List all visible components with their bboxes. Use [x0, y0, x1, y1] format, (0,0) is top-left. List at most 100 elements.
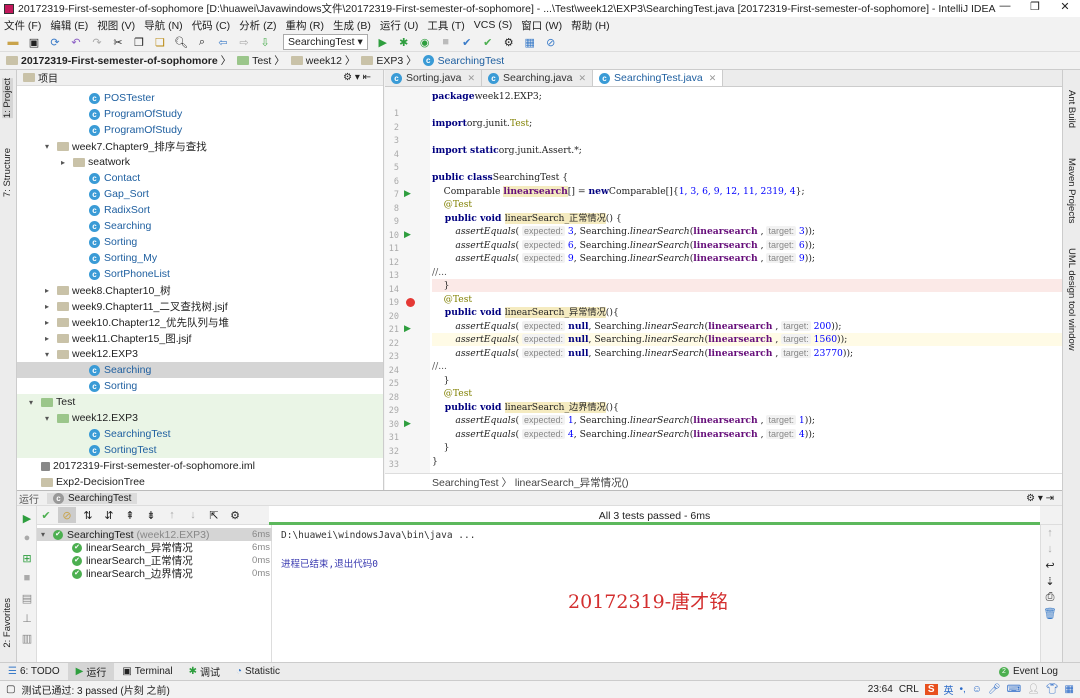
tree-item[interactable]: c Sorting: [17, 378, 383, 394]
vcs-commit-icon[interactable]: ✔: [479, 34, 497, 50]
skin-icon[interactable]: 👕︎: [1046, 684, 1059, 695]
tree-item[interactable]: ▸ week8.Chapter10_树: [17, 282, 383, 298]
code-line[interactable]: @Test: [432, 198, 1062, 211]
cut-icon[interactable]: ✂: [109, 34, 127, 50]
code-line[interactable]: assertEquals( expected: null, Searching.…: [432, 333, 1062, 346]
menu-item[interactable]: 代码 (C): [192, 18, 231, 33]
close-tab-icon[interactable]: ✕: [467, 73, 475, 84]
code-line[interactable]: }: [432, 374, 1062, 387]
code-line[interactable]: [432, 104, 1062, 117]
code-line[interactable]: import staticorg.junit.Assert.*;: [432, 144, 1062, 157]
run-tab[interactable]: ▶ 运行: [67, 662, 115, 681]
settings-icon[interactable]: ⚙: [226, 507, 244, 523]
tree-item[interactable]: Exp2-DecisionTree: [17, 474, 383, 490]
breakpoint-icon[interactable]: [406, 298, 415, 307]
breadcrumb-exp3[interactable]: EXP3 〉: [361, 53, 417, 68]
maven-projects-tab[interactable]: Maven Projects: [1066, 158, 1077, 223]
code-line[interactable]: assertEquals( expected: 4, Searching.lin…: [432, 428, 1062, 441]
menu-item[interactable]: 工具 (T): [427, 18, 464, 33]
tree-item[interactable]: c Searching: [17, 362, 383, 378]
show-passed-icon[interactable]: ✔: [37, 507, 55, 523]
find-icon[interactable]: 🔍︎: [172, 34, 190, 50]
editor-tab[interactable]: c Sorting.java ✕: [385, 70, 482, 86]
back-icon[interactable]: ⇦: [214, 34, 232, 50]
chevron-right-icon[interactable]: ▸: [45, 302, 57, 311]
uml-tool-tab[interactable]: UML design tool window: [1066, 248, 1077, 351]
tree-item[interactable]: c Searching: [17, 218, 383, 234]
gear-icon[interactable]: ⚙ ▾ ⇤: [343, 72, 371, 83]
code-line[interactable]: Comparable linearsearch[] = newComparabl…: [432, 185, 1062, 198]
copy-icon[interactable]: ❐: [130, 34, 148, 50]
tree-item[interactable]: ▸ week11.Chapter15_图.jsjf: [17, 330, 383, 346]
trash-icon[interactable]: 🗑︎: [1041, 605, 1059, 621]
tree-item[interactable]: c ProgramOfStudy: [17, 106, 383, 122]
close-button[interactable]: ✕: [1050, 0, 1080, 13]
menu-item[interactable]: 导航 (N): [144, 18, 183, 33]
next-test-icon[interactable]: ↓: [184, 507, 202, 523]
code-line[interactable]: public void linearSearch_正常情况() {: [432, 212, 1062, 225]
code-line[interactable]: packageweek12.EXP3;: [432, 90, 1062, 103]
tree-item[interactable]: c RadixSort: [17, 202, 383, 218]
code-line[interactable]: assertEquals( expected: null, Searching.…: [432, 320, 1062, 333]
redo-icon[interactable]: ↷: [88, 34, 106, 50]
todo-tab[interactable]: ☰ 6: TODO: [0, 663, 68, 681]
build-icon[interactable]: ⇩: [256, 34, 274, 50]
chevron-right-icon[interactable]: ▸: [45, 286, 57, 295]
scroll-end-icon[interactable]: ⇣: [1041, 573, 1059, 589]
tree-item[interactable]: c Sorting_My: [17, 250, 383, 266]
expand-all-icon[interactable]: ⇞: [121, 507, 139, 523]
menu-item[interactable]: 运行 (U): [380, 18, 419, 33]
pin-icon[interactable]: ⊥: [18, 610, 36, 626]
minimize-button[interactable]: —: [990, 0, 1020, 13]
breadcrumb-week12[interactable]: week12 〉: [290, 53, 355, 68]
settings-icon[interactable]: ⚙: [500, 34, 518, 50]
code-line[interactable]: assertEquals( expected: null, Searching.…: [432, 347, 1062, 360]
paste-icon[interactable]: ❏: [151, 34, 169, 50]
ant-build-tab[interactable]: Ant Build: [1066, 90, 1077, 128]
print-icon[interactable]: ▥: [18, 630, 36, 646]
code-line[interactable]: @Test: [432, 387, 1062, 400]
tree-item[interactable]: c POSTester: [17, 90, 383, 106]
coverage-icon[interactable]: ◉: [416, 34, 434, 50]
menu-item[interactable]: 视图 (V): [97, 18, 135, 33]
caret-position[interactable]: 23:64: [868, 684, 893, 695]
code-line[interactable]: importorg.junit.Test;: [432, 117, 1062, 130]
code-line[interactable]: }: [432, 455, 1062, 468]
structure-tool-tab[interactable]: 7: Structure: [2, 148, 13, 197]
line-separator[interactable]: CRL: [899, 684, 919, 695]
code-line[interactable]: public classSearchingTest {: [432, 171, 1062, 184]
menu-item[interactable]: 窗口 (W): [521, 18, 562, 33]
code-line[interactable]: @Test: [432, 293, 1062, 306]
code-line[interactable]: [432, 131, 1062, 144]
tree-item[interactable]: ▾ week12.EXP3: [17, 346, 383, 362]
structure-icon[interactable]: ▦: [521, 34, 539, 50]
statistic-tab[interactable]: ◔ Statistic: [228, 663, 288, 681]
close-tab-icon[interactable]: ✕: [578, 73, 586, 84]
replace-icon[interactable]: ⌕: [193, 34, 211, 50]
chevron-down-icon[interactable]: ▾: [45, 142, 57, 151]
forward-icon[interactable]: ⇨: [235, 34, 253, 50]
editor-tab[interactable]: c Searching.java ✕: [482, 70, 594, 86]
code-line[interactable]: }: [432, 441, 1062, 454]
tree-item[interactable]: c Contact: [17, 170, 383, 186]
gear-icon[interactable]: ⚙ ▾ ⇥: [1026, 493, 1054, 504]
debug-tab[interactable]: ✱ 调试: [181, 663, 228, 681]
menu-item[interactable]: 重构 (R): [286, 18, 325, 33]
undo-icon[interactable]: ↶: [67, 34, 85, 50]
tree-item[interactable]: c Sorting: [17, 234, 383, 250]
toolbox-icon[interactable]: ▦: [1065, 684, 1074, 695]
run-test-icon[interactable]: ▶: [404, 418, 411, 429]
tree-item[interactable]: c ProgramOfStudy: [17, 122, 383, 138]
breadcrumb-searchingtest[interactable]: c SearchingTest: [422, 55, 504, 67]
code-line[interactable]: assertEquals( expected: 3, Searching.lin…: [432, 225, 1062, 238]
menu-item[interactable]: 生成 (B): [333, 18, 371, 33]
tree-item[interactable]: c SortPhoneList: [17, 266, 383, 282]
test-result-item[interactable]: ✔ linearSearch_边界情况 0ms: [37, 567, 272, 580]
run-icon[interactable]: ▶: [374, 34, 392, 50]
menu-item[interactable]: 编辑 (E): [50, 18, 88, 33]
help-icon[interactable]: ⊘: [542, 34, 560, 50]
tree-item[interactable]: ▾ week7.Chapter9_排序与查找: [17, 138, 383, 154]
save-icon[interactable]: ▣: [25, 34, 43, 50]
close-tab-icon[interactable]: ✕: [709, 73, 717, 84]
user-icon[interactable]: 👤︎: [1027, 684, 1040, 695]
